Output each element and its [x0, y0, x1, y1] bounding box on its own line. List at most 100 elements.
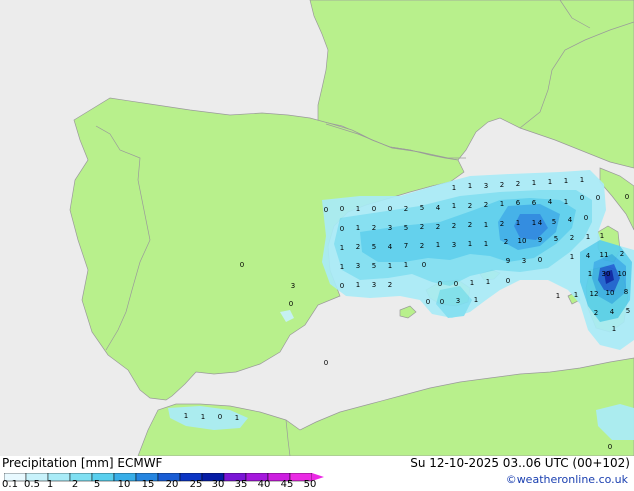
precip-value: 2 — [484, 201, 488, 209]
precip-value: 10 — [606, 289, 615, 297]
precip-value: 3 — [522, 257, 526, 265]
precip-value: 0 — [426, 298, 430, 306]
precip-value: 1 — [556, 292, 560, 300]
precip-value: 1 — [574, 291, 578, 299]
legend-tick-label: 5 — [93, 479, 101, 490]
precip-value: 0 — [608, 443, 612, 451]
precip-value: 3 — [388, 224, 392, 232]
legend-tick-label: 0.5 — [24, 479, 40, 490]
precip-value: 1 — [356, 205, 360, 213]
legend-tick-label: 1 — [46, 479, 54, 490]
precip-value: 2 — [452, 222, 456, 230]
precip-value: 1 — [612, 325, 616, 333]
precip-value: 1 — [564, 177, 568, 185]
precip-value: 1 — [356, 224, 360, 232]
precip-value: 5 — [404, 224, 408, 232]
precipitation-map[interactable]: 1 1 3 2 2 1 1 1 10 0 1 0 0 2 5 4 1 2 2 1 6 6 4 1 0 0 00 1 2 3 5 2 2 2 2 1 2 1… — [0, 0, 634, 456]
precip-value: 5 — [372, 243, 376, 251]
map-viewer: 1132211110010025412216641000012352222121… — [0, 0, 634, 490]
precip-value: 1 — [184, 412, 188, 420]
precip-value: 1 — [586, 233, 590, 241]
legend-tick-label: 20 — [165, 479, 179, 490]
precip-value: 1 — [404, 261, 408, 269]
precip-value: 1 — [484, 221, 488, 229]
precip-value: 0 — [538, 256, 542, 264]
precip-value: 1 — [600, 232, 604, 240]
precip-value: 7 — [404, 242, 408, 250]
precip-value: 0 — [438, 280, 442, 288]
precip-value: 2 — [436, 223, 440, 231]
precip-value: 2 — [570, 234, 574, 242]
precip-value: 1 — [388, 262, 392, 270]
legend-tick-label: 0.1 — [2, 479, 18, 490]
legend-tick-label: 35 — [234, 479, 248, 490]
legend-tick-label: 45 — [280, 479, 294, 490]
precip-value: 1 — [570, 253, 574, 261]
precip-value: 0 — [422, 261, 426, 269]
precip-value: 2 — [516, 180, 520, 188]
precip-value: 1 — [201, 413, 205, 421]
precip-value: 0 — [372, 205, 376, 213]
precip-value: 3 — [484, 182, 488, 190]
precip-value: 2 — [500, 220, 504, 228]
precip-value: 1 — [500, 200, 504, 208]
precip-value: 1 — [340, 263, 344, 271]
copyright-link[interactable]: ©weatheronline.co.uk — [506, 473, 628, 486]
precip-value: 3 — [291, 282, 295, 290]
precip-value: 1 — [452, 202, 456, 210]
precip-value: 5 — [552, 218, 556, 226]
precip-value: 0 — [580, 194, 584, 202]
valid-time: Su 12-10-2025 03..06 UTC (00+102) — [410, 456, 630, 470]
precip-value: 0 — [625, 193, 629, 201]
precip-value: 2 — [420, 223, 424, 231]
precip-value: 0 — [340, 282, 344, 290]
precip-value: 4 — [568, 216, 573, 224]
precip-value: 1 — [486, 278, 490, 286]
precip-value: 1 — [548, 178, 552, 186]
precip-value: 1 — [484, 240, 488, 248]
precip-value: 8 — [624, 288, 628, 296]
precip-value: 6 — [516, 199, 521, 207]
precip-value: 2 — [468, 202, 472, 210]
precip-value: 2 — [594, 309, 598, 317]
precip-value: 4 — [548, 198, 553, 206]
precip-value: 2 — [372, 224, 376, 232]
precip-value: 1 — [452, 184, 456, 192]
precip-value: 1 — [588, 270, 592, 278]
precip-value: 1 — [235, 414, 239, 422]
precip-value: 4 — [538, 219, 543, 227]
precip-value: 1 — [516, 219, 520, 227]
precip-value: 2 — [620, 250, 624, 258]
legend-ticks: 0.1 0.5 1 2 5 10 15 20 25 30 35 40 45 50 — [0, 479, 330, 491]
precip-value: 0 — [388, 205, 392, 213]
precip-value: 0 — [340, 225, 344, 233]
precip-value: 2 — [504, 238, 508, 246]
precip-value: 5 — [372, 262, 376, 270]
precip-value: 2 — [356, 243, 360, 251]
precip-value: 4 — [610, 308, 615, 316]
precip-value: 1 — [340, 244, 344, 252]
map-title: Precipitation [mm] ECMWF — [2, 456, 163, 470]
precip-value: 0 — [324, 206, 328, 214]
precip-value: 1 — [470, 279, 474, 287]
precip-value: 1 — [436, 241, 440, 249]
legend-tick-label: 25 — [189, 479, 203, 490]
precip-value: 1 — [356, 281, 360, 289]
precip-value: 11 — [600, 251, 609, 259]
precip-value: 0 — [506, 277, 510, 285]
precip-value: 0 — [454, 280, 458, 288]
footer-bar: Precipitation [mm] ECMWF Su 12-10-2025 0… — [0, 456, 634, 490]
precip-value: 3 — [452, 241, 456, 249]
precip-value: 4 — [436, 204, 441, 212]
precip-value: 0 — [440, 298, 444, 306]
precip-value: 0 — [596, 194, 600, 202]
precip-value: 10 — [618, 270, 627, 278]
precip-value: 0 — [584, 214, 588, 222]
precip-value: 10 — [518, 237, 527, 245]
legend-tick-label: 40 — [257, 479, 271, 490]
precip-value: 5 — [554, 235, 558, 243]
precip-value: 9 — [506, 257, 510, 265]
precip-value: 3 — [456, 297, 460, 305]
precip-value: 1 — [532, 179, 536, 187]
precip-value: 1 — [468, 240, 472, 248]
